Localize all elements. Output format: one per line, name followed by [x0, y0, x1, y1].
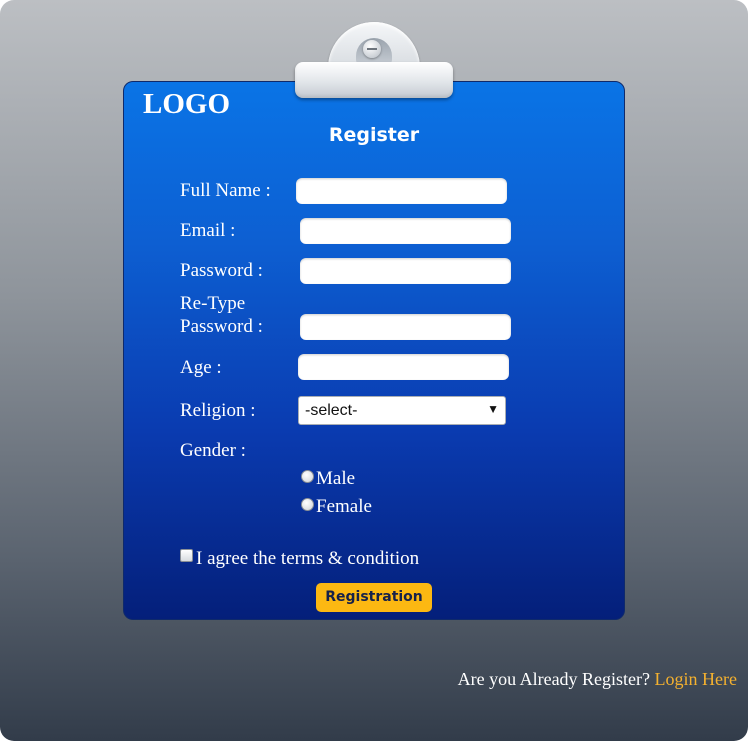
form-title: Register	[328, 124, 420, 146]
logo: LOGO	[143, 88, 231, 120]
login-prompt-text: Are you Already Register?	[457, 669, 651, 689]
terms-label: I agree the terms & condition	[196, 548, 420, 569]
login-here-link[interactable]: Login Here	[655, 669, 737, 689]
age-input[interactable]	[298, 354, 509, 380]
email-label: Email :	[180, 220, 236, 241]
religion-selected-value: -select-	[305, 402, 358, 419]
terms-checkbox[interactable]	[180, 549, 193, 562]
retype-password-label-line2: Password :	[180, 316, 263, 337]
religion-select[interactable]: -select- ▼	[298, 396, 506, 425]
clipboard-clip	[295, 22, 453, 102]
password-label: Password :	[180, 260, 263, 281]
register-card	[123, 81, 625, 620]
password-input[interactable]	[300, 258, 511, 284]
retype-password-label-line1: Re-Type	[180, 293, 246, 314]
gender-female-radio[interactable]	[301, 498, 314, 511]
login-prompt: Are you Already Register? Login Here	[458, 669, 737, 690]
registration-button[interactable]: Registration	[316, 583, 432, 612]
religion-label: Religion :	[180, 400, 256, 421]
gender-male-radio[interactable]	[301, 470, 314, 483]
gender-female-label: Female	[316, 496, 372, 517]
gender-label: Gender :	[180, 440, 246, 461]
clip-bar	[295, 62, 453, 98]
email-input[interactable]	[300, 218, 511, 244]
full-name-input[interactable]	[296, 178, 507, 204]
clip-screw-icon	[363, 40, 381, 58]
retype-password-input[interactable]	[300, 314, 511, 340]
gender-male-label: Male	[316, 468, 356, 489]
triangle-down-icon: ▼	[487, 402, 499, 416]
full-name-label: Full Name :	[180, 180, 271, 201]
age-label: Age :	[180, 357, 222, 378]
page-background: LOGO Register Full Name : Email : Passwo…	[0, 0, 748, 741]
